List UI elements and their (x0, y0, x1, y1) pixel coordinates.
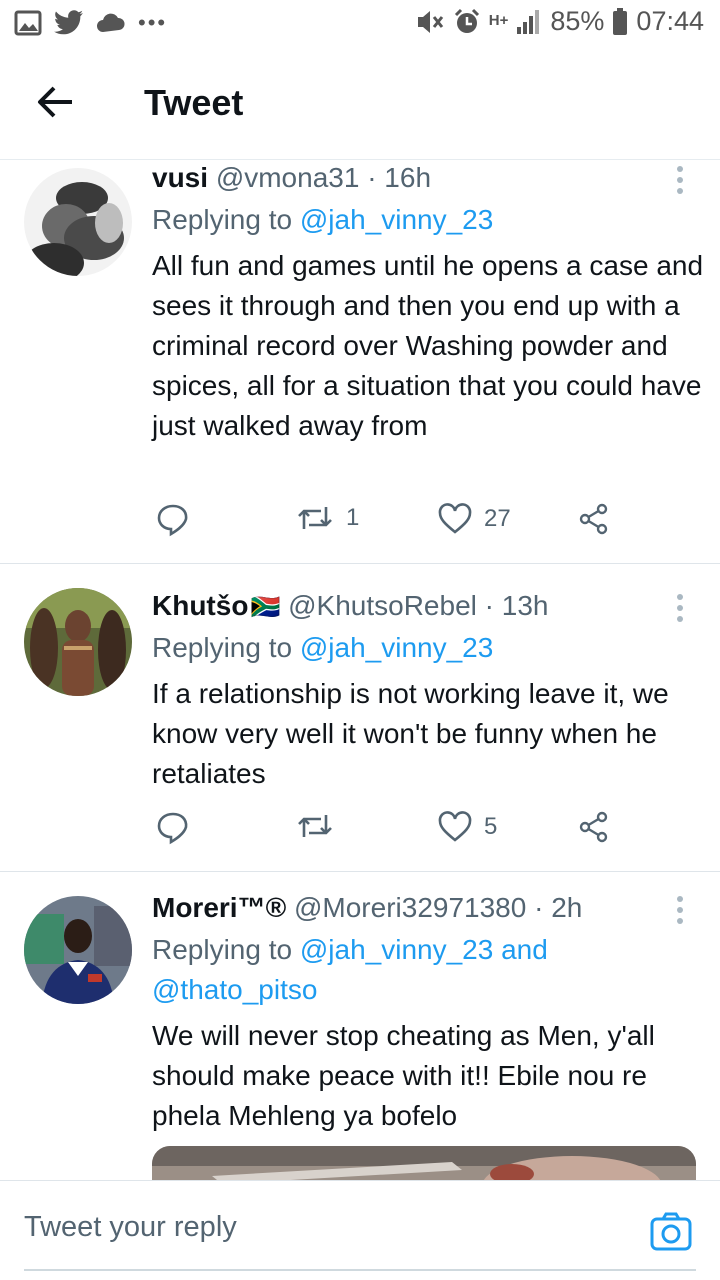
retweet-icon (298, 815, 332, 837)
tweet-text: All fun and games until he opens a case … (152, 250, 704, 441)
user-handle[interactable]: @Moreri32971380 (294, 892, 526, 923)
battery-icon (613, 7, 628, 35)
user-name[interactable]: Khutšo (152, 590, 248, 621)
tweet-header: vusi @vmona31 · 16h (152, 162, 431, 194)
tweet[interactable]: vusi @vmona31 · 16h Replying to @jah_vin… (0, 160, 720, 564)
battery-percent: 85% (550, 6, 605, 36)
replying-to: Replying to @jah_vinny_23 (152, 628, 692, 668)
tweet-time: · 2h (534, 892, 583, 923)
user-name[interactable]: vusi (152, 162, 208, 193)
back-arrow-icon (38, 86, 72, 118)
more-options-icon[interactable] (674, 164, 686, 196)
like-button[interactable]: 5 (438, 811, 497, 843)
retweet-button[interactable]: 1 (296, 503, 359, 533)
tweet-header: Moreri™® @Moreri32971380 · 2h (152, 892, 582, 924)
user-handle[interactable]: @KhutsoRebel (288, 590, 477, 621)
back-button[interactable] (34, 80, 78, 124)
avatar[interactable] (24, 588, 132, 696)
camera-icon[interactable] (650, 1211, 692, 1251)
page-title: Tweet (144, 82, 244, 123)
clock: 07:44 (636, 6, 704, 36)
more-options-icon[interactable] (674, 894, 686, 926)
retweet-button[interactable] (296, 811, 346, 841)
cloud-icon (97, 13, 125, 32)
status-bar-notifications: ••• (14, 10, 167, 36)
heart-icon (438, 811, 472, 842)
reply-composer: Tweet your reply (0, 1180, 720, 1280)
network-type: H+ (488, 12, 509, 29)
replying-to-label: Replying to (152, 934, 300, 965)
replying-to-label: Replying to (152, 204, 300, 235)
heart-icon (438, 503, 472, 534)
tweet-header: Khutšo🇿🇦 @KhutsoRebel · 13h (152, 590, 548, 622)
avatar[interactable] (24, 168, 132, 276)
reply-button[interactable] (156, 503, 190, 537)
tweet-actions: 1 27 (152, 503, 632, 547)
like-count: 5 (484, 813, 498, 840)
reply-icon (157, 812, 188, 845)
tweet-time: · 13h (484, 590, 549, 621)
user-handle[interactable]: @vmona31 (216, 162, 360, 193)
input-underline (24, 1269, 696, 1271)
reply-input[interactable]: Tweet your reply (24, 1211, 237, 1244)
share-icon (579, 503, 608, 535)
share-button[interactable] (578, 503, 610, 535)
tweet-text: We will never stop cheating as Men, y'al… (152, 1020, 655, 1131)
retweet-icon (298, 507, 332, 529)
status-bar: ••• H+ 85% 07:44 (0, 0, 720, 50)
avatar[interactable] (24, 896, 132, 1004)
tweet[interactable]: Khutšo🇿🇦 @KhutsoRebel · 13h Replying to … (0, 564, 720, 872)
share-icon (579, 811, 608, 843)
like-count: 27 (484, 505, 511, 532)
tweet[interactable]: Moreri™® @Moreri32971380 · 2h Replying t… (0, 872, 720, 1180)
reply-icon (157, 504, 188, 537)
status-bar-system: H+ 85% 07:44 (415, 6, 704, 37)
reply-button[interactable] (156, 811, 190, 845)
replying-to: Replying to @jah_vinny_23 and @thato_pit… (152, 930, 572, 1010)
replying-to-label: Replying to (152, 632, 300, 663)
gallery-icon (14, 10, 42, 36)
tweet-actions: 5 (152, 811, 632, 855)
retweet-count: 1 (346, 504, 360, 531)
media-preview[interactable] (152, 1146, 696, 1180)
tweet-time: · 16h (367, 162, 432, 193)
app-header: Tweet (0, 50, 720, 160)
mention-link[interactable]: @jah_vinny_23 (300, 204, 493, 235)
overflow-dots: ••• (138, 10, 168, 35)
signal-icon (517, 9, 540, 34)
more-options-icon[interactable] (674, 592, 686, 624)
tweet-text: If a relationship is not working leave i… (152, 678, 669, 789)
alarm-icon (454, 8, 479, 33)
mute-icon (417, 10, 443, 33)
replying-to: Replying to @jah_vinny_23 (152, 200, 692, 240)
mention-link[interactable]: @jah_vinny_23 (300, 632, 493, 663)
like-button[interactable]: 27 (438, 503, 511, 535)
user-name[interactable]: Moreri™® (152, 892, 286, 923)
twitter-bird-icon (54, 10, 83, 35)
share-button[interactable] (578, 811, 610, 843)
flag-emoji: 🇿🇦 (250, 594, 281, 621)
